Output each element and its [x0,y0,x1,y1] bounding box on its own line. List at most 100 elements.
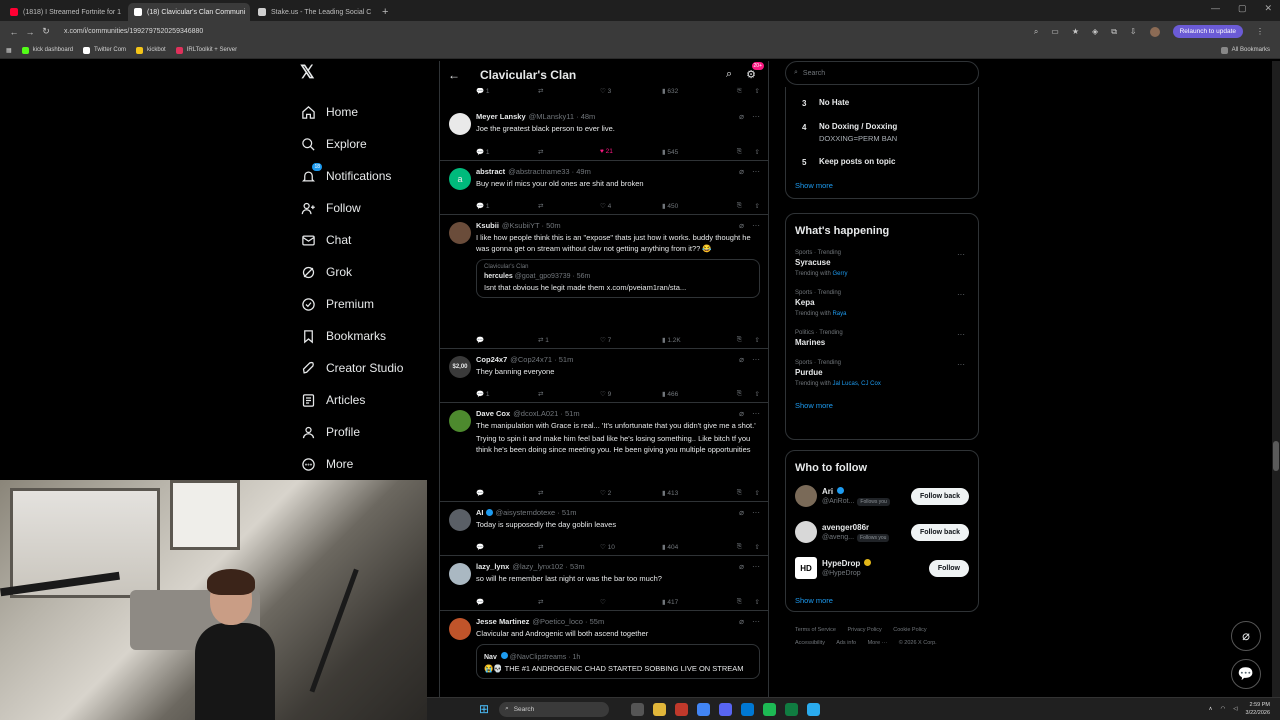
quoted-tweet[interactable]: Clavicular's Clan hercules @goat_gpo9373… [476,259,760,298]
bookmark-icon[interactable]: ⎘ [724,336,742,344]
author-name[interactable]: lazy_lynx [476,562,509,571]
nav-item-chat[interactable]: Chat [296,224,436,256]
zoom-icon[interactable]: ⌕ [1034,27,1038,37]
like-icon[interactable]: ♡ 7 [600,336,662,344]
close-icon[interactable]: ✕ [121,8,126,17]
x-logo-icon[interactable]: 𝕏 [300,62,436,82]
trend-item[interactable]: Politics · Trending Marines ··· [795,330,969,347]
tweet[interactable]: Dave Cox @dcoxLA021 · 51m ⌀ ··· The manip… [440,403,768,502]
windows-start-icon[interactable]: ⊞ [479,702,489,716]
author-name[interactable]: abstract [476,167,505,176]
grok-icon[interactable]: ⌀ [739,409,744,418]
relaunch-button[interactable]: Relaunch to update [1172,25,1243,38]
like-icon[interactable]: ♡ 9 [600,390,662,398]
nav-item-profile[interactable]: Profile [296,416,436,448]
quoted-tweet[interactable]: Nav @NavClipstreams · 1h 😭💀 THE #1 ANDRO… [476,644,760,679]
grok-icon[interactable]: ⌀ [739,508,744,517]
nav-item-home[interactable]: Home [296,96,436,128]
page-scrollbar[interactable] [1272,61,1280,697]
retweet-icon[interactable]: ⇄ [538,202,600,210]
avatar[interactable] [449,563,471,585]
nav-item-premium[interactable]: Premium [296,288,436,320]
share-icon[interactable]: ⇧ [742,202,760,210]
like-icon[interactable]: ♥ 21 [600,148,662,156]
views-icon[interactable]: ▮ 1.2K [662,336,724,344]
bookmark-irltoolkit[interactable]: IRLToolkit + Server [175,46,237,54]
follow-button[interactable]: Follow [928,559,969,577]
nav-item-grok[interactable]: Grok [296,256,436,288]
tweet[interactable]: Jesse Martinez @Poetico_loco · 55m ⌀ ··· … [440,611,768,697]
retweet-icon[interactable]: ⇄ 1 [538,336,600,344]
reply-icon[interactable]: 💬 1 [476,87,538,95]
share-icon[interactable]: ⇧ [742,148,760,156]
puzzle-icon[interactable]: ⧉ [1111,27,1117,37]
tweet[interactable]: Ksubii @KsubiiYT · 50m ⌀ ··· I like how p… [440,215,768,349]
views-icon[interactable]: ▮ 466 [662,390,724,398]
tweet[interactable]: a abstract @abstractname33 · 49m ⌀ ··· Bu… [440,161,768,215]
back-arrow-icon[interactable]: ← [6,27,22,37]
bookmark-icon[interactable]: ⎘ [724,390,742,398]
views-icon[interactable]: ▮ 417 [662,598,724,606]
reply-icon[interactable]: 💬 1 [476,202,538,210]
bookmark-twitter-com[interactable]: Twitter Com [83,46,126,54]
avatar[interactable] [449,509,471,531]
share-icon[interactable]: ⇧ [742,489,760,497]
share-icon[interactable]: ⇧ [742,543,760,551]
show-more-link[interactable]: Show more [795,596,969,605]
retweet-icon[interactable]: ⇄ [538,390,600,398]
bookmark-kickbot[interactable]: kickbot [136,46,166,54]
like-icon[interactable]: ♡ [600,598,662,606]
task-view-icon[interactable] [631,702,645,716]
author-name[interactable]: Meyer Lansky [476,112,526,121]
retweet-icon[interactable]: ⇄ [538,489,600,497]
volume-icon[interactable]: ◁ [1233,705,1237,713]
grok-icon[interactable]: ⌀ [739,221,744,230]
more-dots-icon[interactable]: ··· [752,562,760,571]
more-dots-icon[interactable]: ··· [752,508,760,517]
reply-icon[interactable]: 💬 [476,543,538,551]
close-window-icon[interactable]: ✕ [1264,3,1272,14]
nav-item-bookmarks[interactable]: Bookmarks [296,320,436,352]
bookmark-icon[interactable]: ⎘ [724,87,742,95]
settings-icon[interactable]: ⚙ 20+ [746,62,764,81]
views-icon[interactable]: ▮ 450 [662,202,724,210]
more-dots-icon[interactable]: ··· [957,250,965,259]
nav-item-follow[interactable]: Follow [296,192,436,224]
chrome-icon[interactable] [697,702,711,716]
avatar[interactable] [449,113,471,135]
more-dots-icon[interactable]: ··· [752,112,760,121]
profile-avatar[interactable] [1149,26,1160,37]
more-dots-icon[interactable]: ··· [752,221,760,230]
spotify-icon[interactable] [763,702,777,716]
menu-dots-icon[interactable]: ⋮ [1256,27,1264,36]
like-icon[interactable]: ♡ 4 [600,202,662,210]
bookmark-icon[interactable]: ⎘ [724,598,742,606]
bookmark-icon[interactable]: ⎘ [724,148,742,156]
browser-tab-youtube[interactable]: (1818) I Streamed Fortnite for 1 ✕ [4,3,126,21]
new-tab-button[interactable]: + [376,6,388,21]
share-icon[interactable]: ⇧ [742,87,760,95]
browser-tab-x[interactable]: (18) Clavicular's Clan Communi ✕ [128,3,250,21]
grok-icon[interactable]: ⌀ [739,617,744,626]
bookmark-icon[interactable]: ⎘ [724,489,742,497]
avatar[interactable] [449,410,471,432]
follow-back-button[interactable]: Follow back [910,523,969,541]
back-arrow-icon[interactable]: ← [440,68,468,82]
like-icon[interactable]: ♡ 2 [600,489,662,497]
apps-grid-icon[interactable]: ▦ [6,47,12,54]
views-icon[interactable]: ▮ 404 [662,543,724,551]
grok-fab-icon[interactable]: ⌀ [1231,621,1261,651]
tweet[interactable]: AI @aisystemdotexe · 51m ⌀ ··· Today is s… [440,502,768,556]
show-more-link[interactable]: Show more [795,401,969,410]
discord-icon[interactable] [719,702,733,716]
retweet-icon[interactable]: ⇄ [538,543,600,551]
more-dots-icon[interactable]: ··· [752,617,760,626]
star-icon[interactable]: ★ [1072,27,1079,36]
search-input[interactable]: ⌕ Search [785,61,979,85]
forward-arrow-icon[interactable]: → [22,27,38,37]
nav-item-more[interactable]: More [296,448,436,480]
follow-suggestion[interactable]: HD HypeDrop @HypeDrop Follow [795,550,969,586]
grok-icon[interactable]: ⌀ [739,562,744,571]
grok-icon[interactable]: ⌀ [739,355,744,364]
app-icon[interactable] [741,702,755,716]
